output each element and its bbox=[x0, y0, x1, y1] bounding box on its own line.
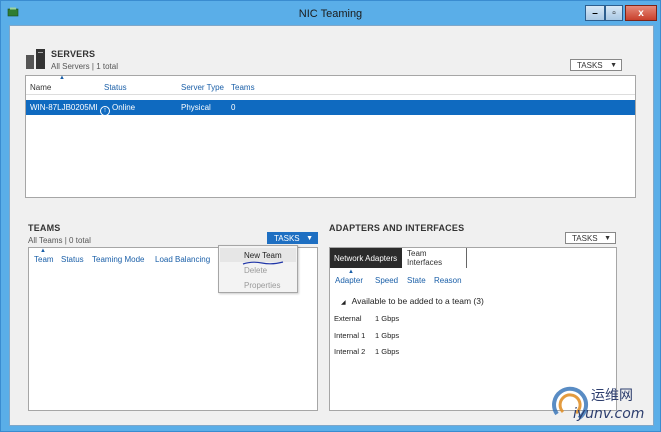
servers-table: ▲ Name Status Server Type Teams WIN-87LJ… bbox=[25, 75, 636, 198]
servers-title: SERVERS bbox=[51, 49, 96, 59]
watermark-url-text: iyunv.com bbox=[573, 406, 645, 422]
header-divider bbox=[26, 94, 635, 95]
adapter-speed: 1 Gbps bbox=[375, 314, 400, 323]
collapse-triangle-icon[interactable]: ◢ bbox=[341, 300, 346, 306]
servers-icon bbox=[26, 49, 46, 71]
column-header-state[interactable]: State bbox=[407, 276, 426, 285]
dropdown-arrow-icon: ▼ bbox=[604, 234, 611, 242]
servers-tasks-button[interactable]: TASKS ▼ bbox=[570, 59, 622, 71]
online-status-icon: ↑ bbox=[100, 106, 110, 116]
column-header-teaming-mode[interactable]: Teaming Mode bbox=[92, 255, 144, 264]
menu-item-delete: Delete bbox=[244, 266, 268, 275]
menu-item-new-team[interactable]: New Team bbox=[244, 251, 282, 260]
minimize-button[interactable]: – bbox=[585, 5, 605, 21]
servers-subtitle: All Servers | 1 total bbox=[51, 62, 118, 71]
adapter-name: External bbox=[334, 314, 362, 323]
adapter-group-label: Available to be added to a team (3) bbox=[351, 296, 484, 306]
watermark-cn-text: 运维网 bbox=[591, 388, 633, 404]
dropdown-arrow-icon: ▼ bbox=[610, 61, 617, 69]
sort-ascending-icon: ▲ bbox=[59, 75, 65, 81]
menu-item-properties: Properties bbox=[244, 281, 281, 290]
adapter-speed: 1 Gbps bbox=[375, 347, 400, 356]
list-item[interactable]: Internal 2 1 Gbps bbox=[334, 347, 399, 356]
dropdown-arrow-icon: ▼ bbox=[306, 234, 313, 242]
maximize-button[interactable]: ▫ bbox=[605, 5, 623, 21]
column-header-teams[interactable]: Teams bbox=[231, 83, 255, 92]
column-header-reason[interactable]: Reason bbox=[434, 276, 462, 285]
teams-tasks-label: TASKS bbox=[274, 233, 300, 243]
table-row[interactable]: WIN-87LJB0205MI ↑ Online Physical 0 bbox=[26, 100, 635, 116]
sort-ascending-icon: ▲ bbox=[40, 248, 46, 254]
column-header-speed[interactable]: Speed bbox=[375, 276, 398, 285]
teams-tasks-button[interactable]: TASKS ▼ bbox=[267, 232, 318, 244]
list-item[interactable]: External 1 Gbps bbox=[334, 314, 399, 323]
adapter-speed: 1 Gbps bbox=[375, 331, 400, 340]
server-teams-cell: 0 bbox=[231, 103, 236, 112]
adapter-group-header[interactable]: ◢ Available to be added to a team (3) bbox=[341, 296, 484, 306]
column-header-team[interactable]: Team bbox=[34, 255, 54, 264]
server-status-text: Online bbox=[112, 103, 136, 112]
tasks-context-menu: New Team Delete Properties bbox=[218, 245, 298, 293]
teams-title: TEAMS bbox=[28, 223, 61, 233]
column-header-status[interactable]: Status bbox=[61, 255, 84, 264]
tab-team-interfaces[interactable]: Team Interfaces bbox=[403, 248, 467, 268]
server-status-cell: ↑ Online bbox=[100, 103, 135, 116]
column-header-server-type[interactable]: Server Type bbox=[181, 83, 224, 92]
server-type-cell: Physical bbox=[181, 103, 211, 112]
title-bar[interactable]: NIC Teaming – ▫ x bbox=[1, 1, 660, 25]
adapters-tasks-label: TASKS bbox=[572, 233, 598, 243]
app-window: NIC Teaming – ▫ x SERVERS All Servers | … bbox=[0, 0, 661, 432]
adapter-name: Internal 1 bbox=[334, 331, 366, 340]
servers-tasks-label: TASKS bbox=[577, 60, 603, 70]
watermark-logo: 运维网 iyunv.com bbox=[549, 382, 657, 426]
close-button[interactable]: x bbox=[625, 5, 657, 21]
server-name-cell: WIN-87LJB0205MI bbox=[30, 103, 98, 112]
adapters-tasks-button[interactable]: TASKS ▼ bbox=[565, 232, 616, 244]
column-header-load-balancing[interactable]: Load Balancing bbox=[155, 255, 210, 264]
sort-ascending-icon: ▲ bbox=[348, 269, 354, 275]
column-header-adapter[interactable]: Adapter bbox=[335, 276, 363, 285]
tab-network-adapters[interactable]: Network Adapters bbox=[330, 248, 402, 268]
adapters-title: ADAPTERS AND INTERFACES bbox=[329, 223, 465, 233]
window-title: NIC Teaming bbox=[298, 8, 363, 20]
column-header-status[interactable]: Status bbox=[104, 83, 127, 92]
list-item[interactable]: Internal 1 1 Gbps bbox=[334, 331, 399, 340]
teams-subtitle: All Teams | 0 total bbox=[28, 236, 91, 245]
adapter-name: Internal 2 bbox=[334, 347, 366, 356]
column-header-name[interactable]: Name bbox=[30, 83, 51, 92]
handwritten-underline bbox=[242, 261, 284, 265]
